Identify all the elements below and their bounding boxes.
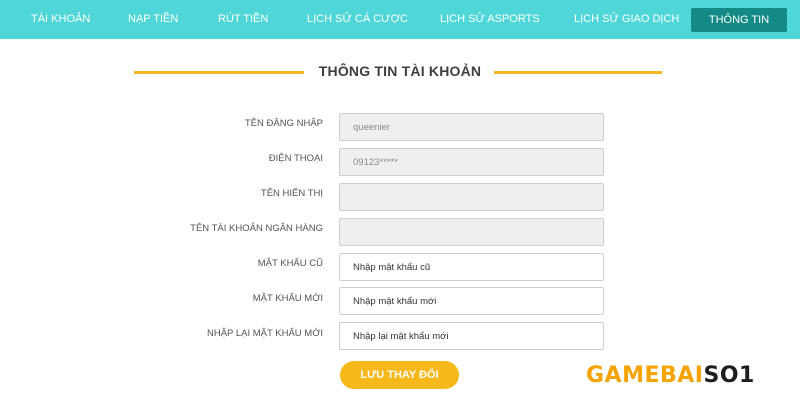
top-navigation: TÀI KHOẢN NẠP TIỀN RÚT TIỀN LỊCH SỬ CÁ C… xyxy=(0,0,800,39)
page-title: THÔNG TIN TÀI KHOẢN xyxy=(318,63,482,79)
logo-text-part1: GAMEBAI xyxy=(586,363,704,388)
title-divider-right xyxy=(494,71,662,74)
nav-item-lich-su-asports[interactable]: LỊCH SỬ ASPORTS xyxy=(440,0,540,39)
nav-item-nap-tien[interactable]: NẠP TIỀN xyxy=(128,0,178,39)
phone-field[interactable] xyxy=(339,148,604,176)
display-name-field[interactable] xyxy=(339,183,604,211)
new-password-input[interactable] xyxy=(339,287,604,315)
new-password-label: MẬT KHẨU MỚI xyxy=(252,293,323,304)
nav-item-lich-su-giao-dich[interactable]: LỊCH SỬ GIAO DỊCH xyxy=(574,0,679,39)
gamebaiso1-logo: GAMEBAISO1 xyxy=(586,361,755,391)
nav-item-lich-su-ca-cuoc[interactable]: LỊCH SỬ CÁ CƯỢC xyxy=(307,0,408,39)
username-label: TÊN ĐĂNG NHẬP xyxy=(244,118,323,129)
old-password-input[interactable] xyxy=(339,253,604,281)
nav-item-thong-tin[interactable]: THÔNG TIN xyxy=(691,8,787,32)
old-password-label: MẬT KHẨU CŨ xyxy=(257,258,323,269)
save-changes-button[interactable]: LƯU THAY ĐỔI xyxy=(340,361,459,389)
bank-account-name-field[interactable] xyxy=(339,218,604,246)
display-name-label: TÊN HIỂN THỊ xyxy=(260,188,323,199)
nav-item-tai-khoan[interactable]: TÀI KHOẢN xyxy=(31,0,90,39)
username-field[interactable] xyxy=(339,113,604,141)
logo-text-part2: SO1 xyxy=(703,363,755,388)
confirm-new-password-input[interactable] xyxy=(339,322,604,350)
confirm-new-password-label: NHẬP LẠI MẬT KHẨU MỚI xyxy=(206,328,323,339)
phone-label: ĐIỆN THOẠI xyxy=(268,153,323,164)
bank-account-name-label: TÊN TÀI KHOẢN NGÂN HÀNG xyxy=(190,223,323,234)
nav-item-rut-tien[interactable]: RÚT TIỀN xyxy=(218,0,268,39)
